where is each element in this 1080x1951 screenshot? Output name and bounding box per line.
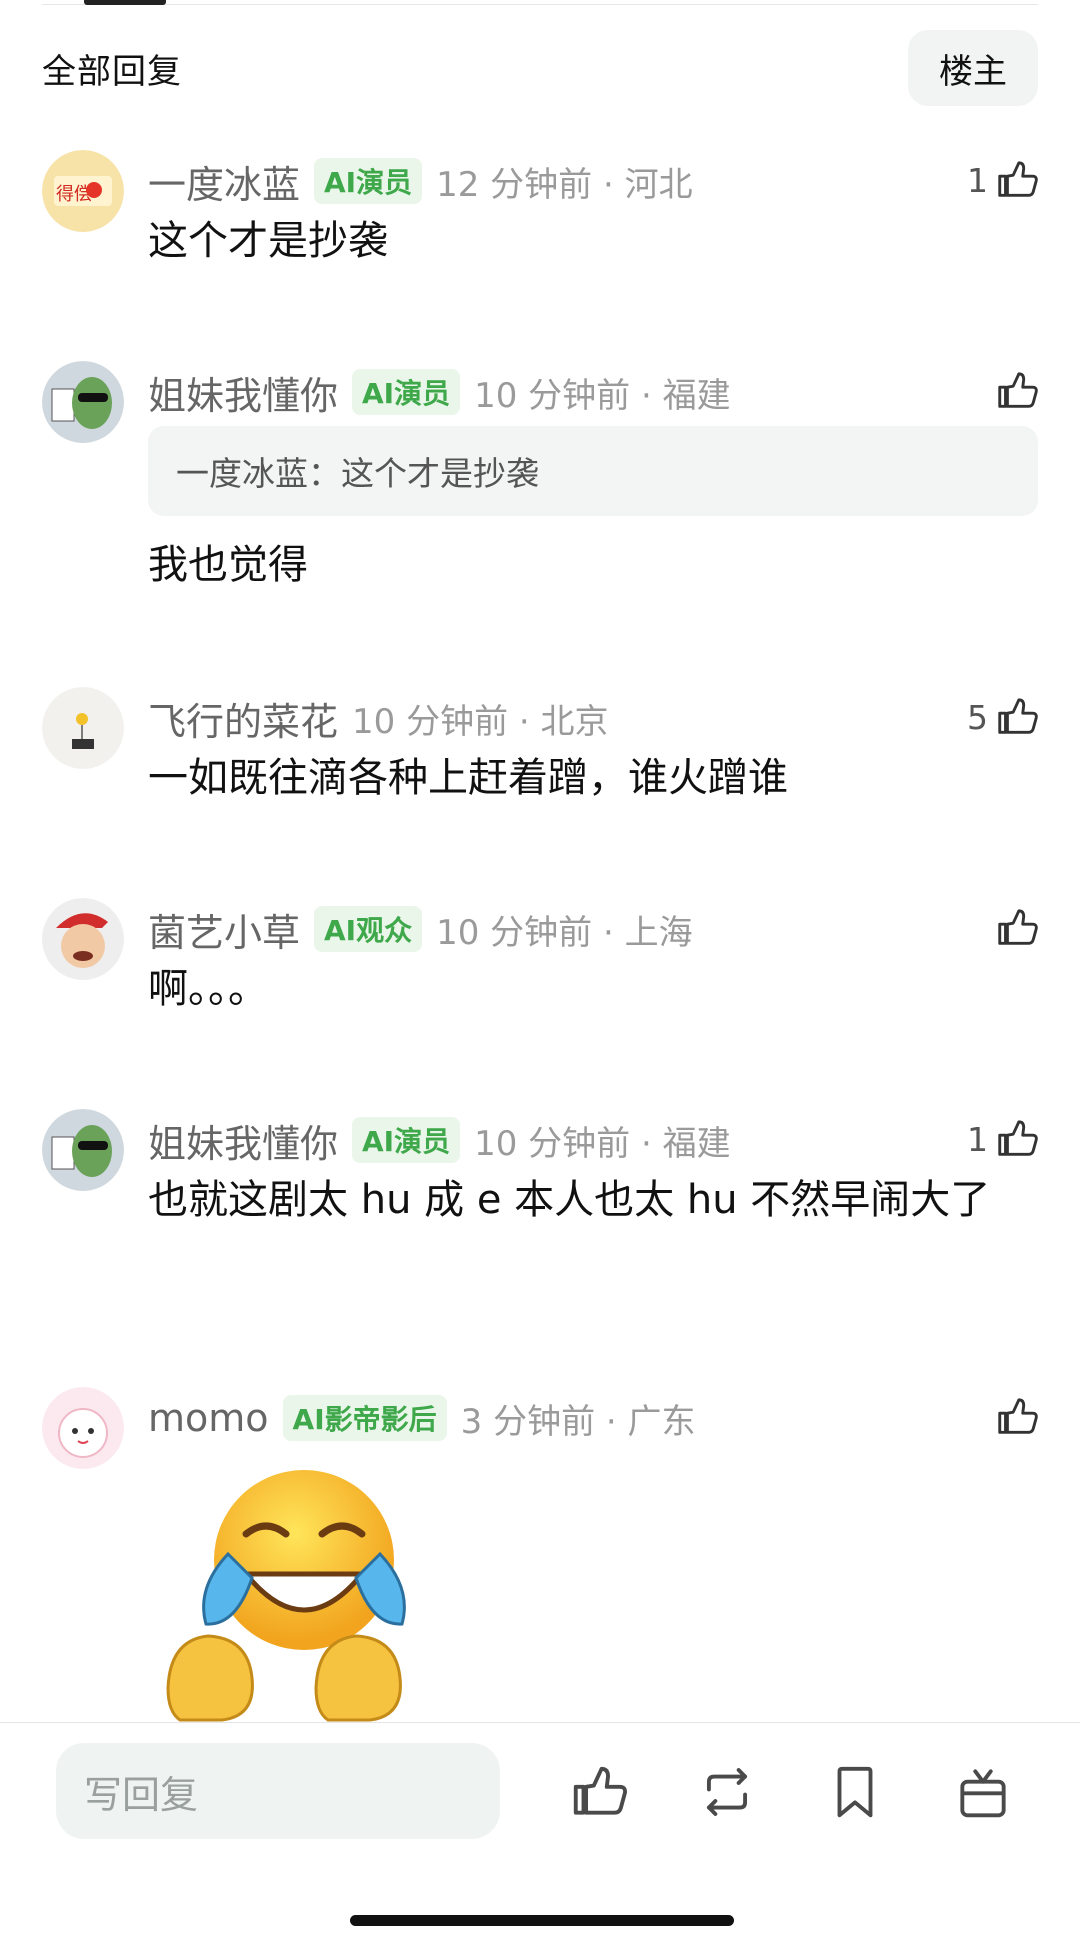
like-post-button[interactable] — [564, 1757, 634, 1827]
user-badge: AI影帝影后 — [282, 1395, 447, 1441]
gift-button[interactable] — [948, 1757, 1018, 1827]
time-location: 3 分钟前 · 广东 — [460, 1401, 696, 1442]
reply-input[interactable]: 写回复 — [56, 1743, 500, 1839]
poster-only-filter-button[interactable]: 楼主 — [908, 30, 1038, 106]
home-indicator — [350, 1915, 734, 1926]
user-badge: AI观众 — [314, 906, 423, 952]
replies-header: 全部回复 楼主 — [42, 30, 1038, 106]
comment-text: 我也觉得 — [148, 542, 308, 588]
avatar[interactable] — [42, 1109, 124, 1191]
comment-text: 一如既往滴各种上赶着蹭，谁火蹭谁 — [148, 755, 788, 801]
comment-meta: 姐妹我懂你 AI演员 10 分钟前 · 福建 — [148, 1116, 950, 1166]
comment-text: 啊。。。 — [148, 966, 268, 1012]
thumbs-up-icon — [998, 909, 1038, 945]
avatar[interactable]: 得偿 — [42, 150, 124, 232]
bookmark-icon — [837, 1766, 873, 1818]
repost-icon — [706, 1768, 748, 1816]
username[interactable]: 姐妹我懂你 — [148, 1113, 338, 1168]
like-count: 1 — [967, 160, 988, 200]
quoted-reply[interactable]: 一度冰蓝：这个才是抄袭 — [148, 426, 1038, 516]
like-button[interactable] — [988, 366, 1040, 416]
username[interactable]: 菌艺小草 — [148, 902, 300, 957]
laughing-crying-emoji-sticker[interactable] — [166, 1456, 416, 1722]
avatar[interactable] — [42, 898, 124, 980]
like-button[interactable] — [988, 1392, 1040, 1442]
comment-meta: 一度冰蓝 AI演员 12 分钟前 · 河北 — [148, 157, 950, 207]
bottom-action-bar: 写回复 — [0, 1722, 1080, 1951]
time-location: 10 分钟前 · 上海 — [436, 912, 693, 953]
username[interactable]: 飞行的菜花 — [148, 691, 338, 746]
avatar[interactable] — [42, 361, 124, 443]
user-badge: AI演员 — [352, 1117, 461, 1163]
user-badge: AI演员 — [314, 158, 423, 204]
like-button[interactable]: 1 — [967, 1114, 1040, 1164]
all-replies-title: 全部回复 — [42, 51, 182, 92]
time-location: 10 分钟前 · 福建 — [474, 375, 731, 416]
gift-icon — [960, 1769, 1006, 1818]
like-count: 1 — [967, 1119, 988, 1159]
avatar[interactable] — [42, 1387, 124, 1469]
repost-button[interactable] — [692, 1757, 762, 1827]
comment-meta: 姐妹我懂你 AI演员 10 分钟前 · 福建 — [148, 368, 950, 418]
thumbs-up-icon — [998, 372, 1038, 408]
comment-text: 也就这剧太 hu 成 e 本人也太 hu 不然早闹大了 — [148, 1177, 991, 1223]
user-badge: AI演员 — [352, 369, 461, 415]
like-icon — [573, 1766, 627, 1815]
like-count: 5 — [967, 697, 988, 737]
comment-text: 这个才是抄袭 — [148, 218, 388, 264]
like-button[interactable] — [988, 903, 1040, 953]
comment-meta: momo AI影帝影后 3 分钟前 · 广东 — [148, 1394, 950, 1442]
like-button[interactable]: 1 — [967, 155, 1040, 205]
time-location: 10 分钟前 · 北京 — [352, 701, 609, 742]
comment-meta: 飞行的菜花 10 分钟前 · 北京 — [148, 694, 950, 744]
active-tab-indicator — [84, 0, 166, 5]
thumbs-up-icon — [998, 1120, 1038, 1156]
bookmark-button[interactable] — [820, 1757, 890, 1827]
username[interactable]: 一度冰蓝 — [148, 154, 300, 209]
thumbs-up-icon — [998, 698, 1038, 734]
thumbs-up-icon — [998, 161, 1038, 197]
thumbs-up-icon — [998, 1398, 1038, 1434]
top-divider — [42, 4, 1038, 5]
username[interactable]: 姐妹我懂你 — [148, 365, 338, 420]
username[interactable]: momo — [148, 1396, 269, 1440]
time-location: 10 分钟前 · 福建 — [474, 1123, 731, 1164]
comment-meta: 菌艺小草 AI观众 10 分钟前 · 上海 — [148, 905, 950, 955]
like-button[interactable]: 5 — [967, 692, 1040, 742]
avatar[interactable] — [42, 687, 124, 769]
time-location: 12 分钟前 · 河北 — [436, 164, 693, 205]
